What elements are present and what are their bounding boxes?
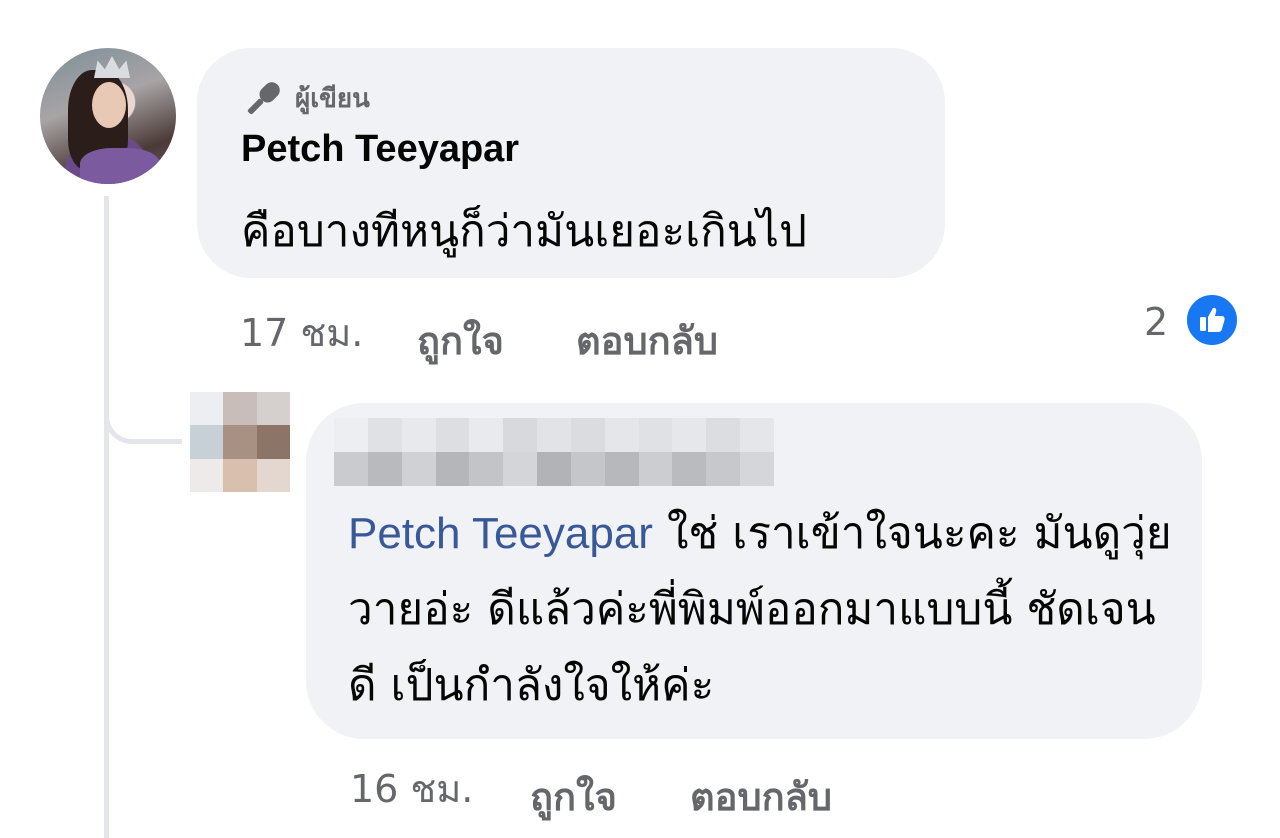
thread-line <box>104 196 109 838</box>
avatar[interactable] <box>40 48 176 184</box>
author-badge-row: ผู้เขียน <box>241 78 370 118</box>
microphone-icon <box>247 82 280 115</box>
author-badge: ผู้เขียน <box>295 83 370 114</box>
comment-timestamp[interactable]: 17 ชม. <box>240 302 363 363</box>
reply-button[interactable]: ตอบกลับ <box>576 310 718 371</box>
thread-branch <box>104 380 182 444</box>
comment-thread: ผู้เขียน Petch Teeyapar คือบางทีหนูก็ว่า… <box>0 0 1280 838</box>
avatar[interactable] <box>190 392 290 492</box>
like-button[interactable]: ถูกใจ <box>417 310 504 371</box>
mention-link[interactable]: Petch Teeyapar <box>348 509 653 558</box>
reaction-count[interactable]: 2 <box>1144 300 1168 344</box>
comment-text: คือบางทีหนูก็ว่ามันเยอะเกินไป <box>241 206 807 257</box>
redacted-commenter-name <box>334 418 774 486</box>
thumbs-up-icon[interactable] <box>1184 292 1240 348</box>
reply-timestamp[interactable]: 16 ชม. <box>350 758 473 819</box>
commenter-name[interactable]: Petch Teeyapar <box>241 128 519 171</box>
reply-text-block: Petch Teeyapar ใช่ เราเข้าใจนะคะ มันดูวุ… <box>348 496 1178 724</box>
reply-like-button[interactable]: ถูกใจ <box>530 766 617 827</box>
reply-reply-button[interactable]: ตอบกลับ <box>690 766 832 827</box>
